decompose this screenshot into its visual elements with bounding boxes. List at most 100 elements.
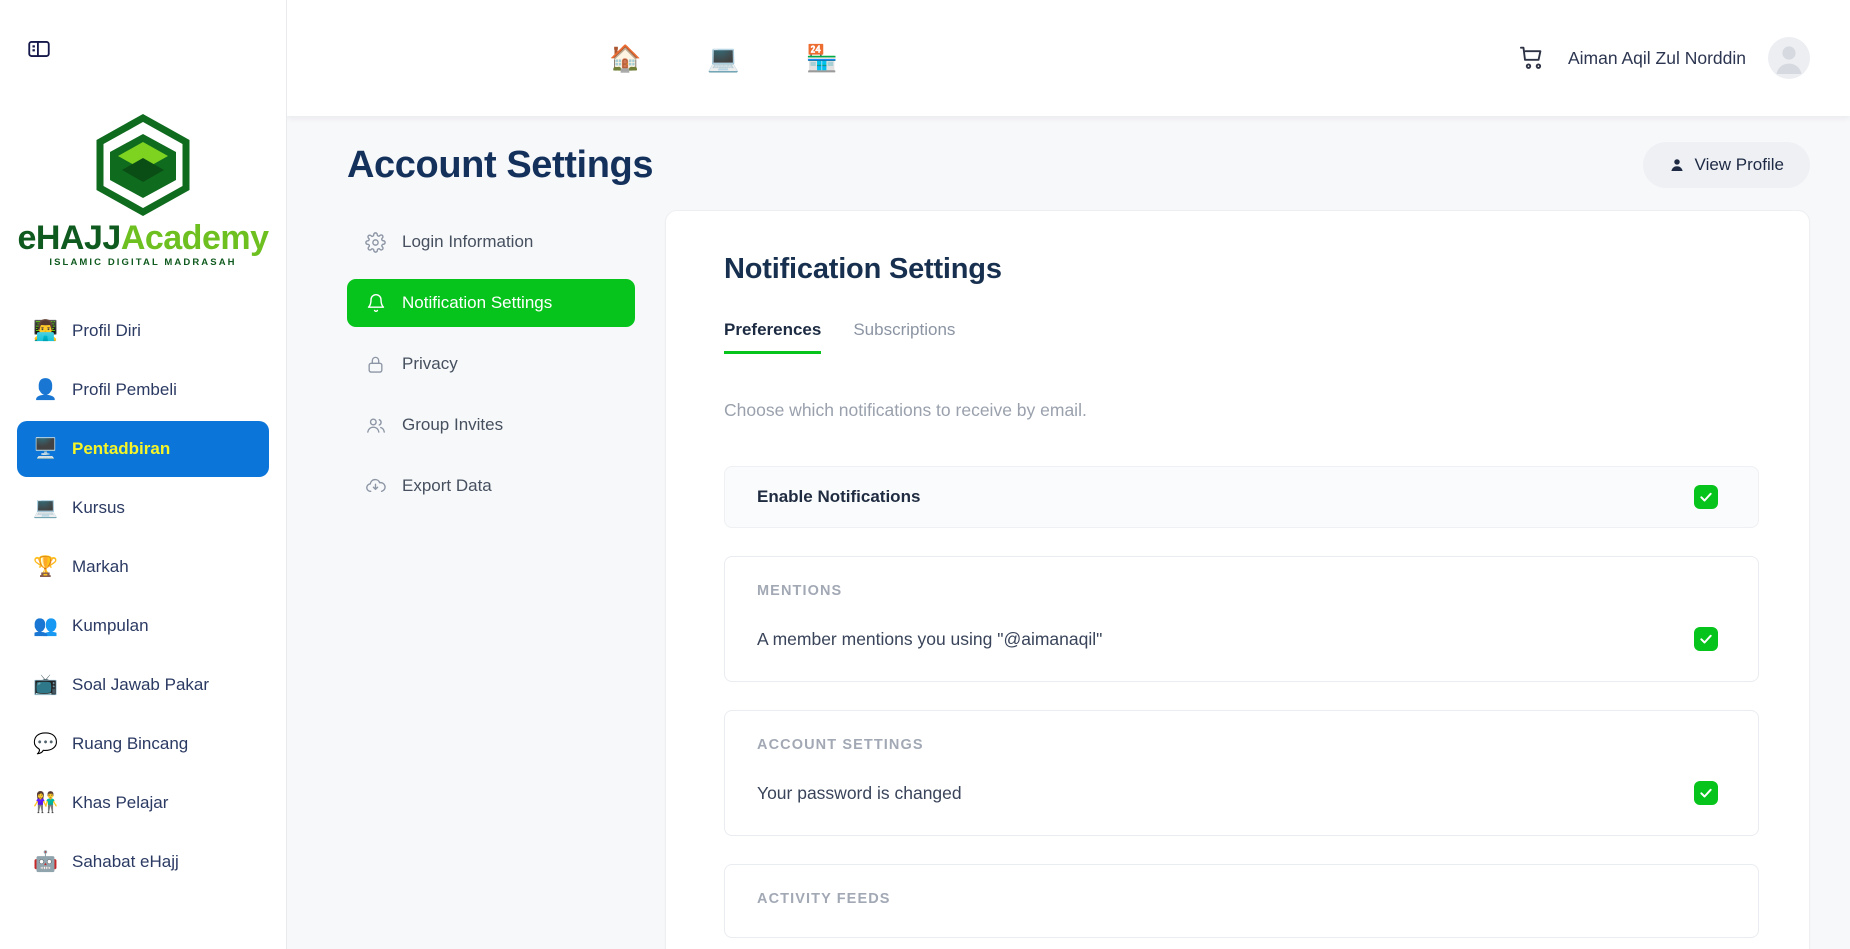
logo-subtitle: ISLAMIC DIGITAL MADRASAH: [49, 257, 237, 268]
sidebar-item-label: Sahabat eHajj: [72, 851, 179, 871]
sidebar-item-kursus[interactable]: 💻 Kursus: [17, 480, 269, 536]
notification-row-checkbox[interactable]: [1694, 781, 1718, 805]
sidebar-item-label: Kumpulan: [72, 615, 149, 635]
sidebar-item-sahabat-ehajj[interactable]: 🤖 Sahabat eHajj: [17, 834, 269, 890]
enable-notifications-label: Enable Notifications: [757, 487, 921, 506]
notification-group-title: ACTIVITY FEEDS: [757, 891, 891, 907]
notification-groups: MENTIONS A member mentions you using "@ai…: [724, 556, 1759, 938]
sidebar-item-ruang-bincang[interactable]: 💬 Ruang Bincang: [17, 716, 269, 772]
panel-toggle-icon[interactable]: [26, 36, 52, 62]
notification-group-title: ACCOUNT SETTINGS: [757, 737, 924, 753]
settings-nav-item-label: Privacy: [402, 354, 458, 373]
sidebar-item-label: Profil Pembeli: [72, 379, 177, 399]
settings-content-row: Login Information Notification Settings Pr…: [347, 210, 1810, 949]
qa-expert-icon: 📺: [33, 673, 58, 696]
settings-nav-item-export-data[interactable]: Export Data: [347, 462, 635, 510]
check-icon: [1700, 492, 1712, 502]
card-title: Notification Settings: [724, 253, 1002, 285]
notification-group-title: MENTIONS: [757, 583, 843, 599]
settings-nav-item-privacy[interactable]: Privacy: [347, 340, 635, 388]
notification-group-activity-feeds: ACTIVITY FEEDS: [724, 864, 1759, 938]
admin-panel-icon: 🖥️: [33, 437, 58, 460]
notification-row-checkbox[interactable]: [1694, 627, 1718, 651]
sidebar-item-profil-diri[interactable]: 👨‍💻 Profil Diri: [17, 303, 269, 359]
sidebar-item-kumpulan[interactable]: 👥 Kumpulan: [17, 598, 269, 654]
avatar[interactable]: [1768, 37, 1810, 79]
settings-nav-item-notification-settings[interactable]: Notification Settings: [347, 279, 635, 327]
settings-nav-item-label: Export Data: [402, 476, 492, 495]
main-column: 🏠 💻 🏪 Aiman Aqil Zul Norddin Account Set…: [287, 0, 1850, 949]
people-icon: [365, 415, 386, 436]
shopping-cart-icon[interactable]: [1518, 44, 1546, 72]
view-profile-button[interactable]: View Profile: [1642, 142, 1810, 188]
sidebar-item-profil-pembeli[interactable]: 👤 Profil Pembeli: [17, 362, 269, 418]
header-nav-icons: 🏠 💻 🏪: [609, 45, 838, 71]
settings-nav-item-label: Group Invites: [402, 415, 504, 434]
buyer-profile-icon: 👤: [33, 378, 58, 401]
page-body: Account Settings View Profile Login Info…: [287, 116, 1850, 949]
page-title: Account Settings: [347, 143, 654, 186]
sidebar-item-markah[interactable]: 🏆 Markah: [17, 539, 269, 595]
sidebar-item-label: Khas Pelajar: [72, 792, 169, 812]
check-icon: [1700, 634, 1712, 644]
lock-icon: [365, 354, 386, 375]
course-icon: 💻: [33, 496, 58, 519]
person-laptop-icon: 👨‍💻: [33, 319, 58, 342]
cloud-download-icon: [365, 476, 386, 497]
brand-logo[interactable]: eHAJJAcademy ISLAMIC DIGITAL MADRASAH: [0, 98, 286, 294]
view-profile-label: View Profile: [1694, 155, 1784, 174]
page-header: Account Settings View Profile: [347, 116, 1810, 210]
settings-nav-item-label: Login Information: [402, 232, 534, 251]
settings-nav-item-login-information[interactable]: Login Information: [347, 218, 635, 266]
tab-preferences[interactable]: Preferences: [724, 320, 822, 354]
card-tabs: Preferences Subscriptions: [724, 320, 1759, 354]
top-header-bar: 🏠 💻 🏪 Aiman Aqil Zul Norddin: [287, 0, 1850, 116]
notification-row: Your password is changed: [757, 781, 1718, 805]
notification-row-label: Your password is changed: [757, 782, 962, 803]
sidebar-item-label: Profil Diri: [72, 320, 141, 340]
app-root: eHAJJAcademy ISLAMIC DIGITAL MADRASAH 👨‍…: [0, 0, 1850, 949]
gear-icon: [365, 231, 386, 253]
group-icon: 👥: [33, 614, 58, 637]
sidebar-item-label: Ruang Bincang: [72, 733, 189, 753]
sidebar-item-khas-pelajar[interactable]: 👫 Khas Pelajar: [17, 775, 269, 831]
tab-subscriptions[interactable]: Subscriptions: [853, 320, 955, 354]
sidebar-item-pentadbiran[interactable]: 🖥️ Pentadbiran: [17, 420, 269, 477]
header-user-name[interactable]: Aiman Aqil Zul Norddin: [1568, 48, 1746, 69]
notification-group-account-settings: ACCOUNT SETTINGS Your password is changed: [724, 710, 1759, 836]
dashboard-icon[interactable]: 💻: [707, 45, 739, 71]
sidebar-item-label: Kursus: [72, 497, 125, 517]
person-icon: [1670, 159, 1683, 171]
enable-notifications-row: Enable Notifications: [724, 466, 1759, 528]
notification-settings-card: Notification Settings Preferences Subscri…: [665, 210, 1810, 949]
notification-group-mentions: MENTIONS A member mentions you using "@ai…: [724, 556, 1759, 682]
settings-nav-item-group-invites[interactable]: Group Invites: [347, 401, 635, 449]
store-icon[interactable]: 🏪: [806, 45, 838, 71]
notification-row-label: A member mentions you using "@aimanaqil": [757, 628, 1103, 649]
card-description: Choose which notifications to receive by…: [724, 400, 1087, 420]
logo-title-dark: eHAJJ: [17, 219, 121, 257]
friend-icon: 🤖: [33, 850, 58, 873]
discussion-icon: 💬: [33, 732, 58, 755]
logo-title-lime: Academy: [120, 219, 269, 257]
left-sidebar: eHAJJAcademy ISLAMIC DIGITAL MADRASAH 👨‍…: [0, 0, 287, 949]
bell-icon: [365, 293, 386, 314]
settings-nav-item-label: Notification Settings: [402, 293, 553, 312]
home-icon[interactable]: 🏠: [609, 45, 641, 71]
sidebar-item-label: Pentadbiran: [72, 438, 171, 458]
sidebar-item-label: Markah: [72, 556, 129, 576]
settings-side-nav: Login Information Notification Settings Pr…: [347, 210, 635, 523]
ehajj-cube-logo-icon: [96, 113, 190, 217]
sidebar-item-label: Soal Jawab Pakar: [72, 674, 210, 694]
notification-row: A member mentions you using "@aimanaqil": [757, 627, 1718, 651]
enable-notifications-checkbox[interactable]: [1694, 485, 1718, 509]
sidebar-nav: 👨‍💻 Profil Diri 👤 Profil Pembeli 🖥️ Pentadbir…: [0, 294, 286, 890]
user-avatar-icon: [1776, 46, 1802, 74]
check-icon: [1700, 788, 1712, 798]
student-special-icon: 👫: [33, 791, 58, 814]
header-right-cluster: Aiman Aqil Zul Norddin: [1518, 37, 1810, 79]
sidebar-item-soal-jawab-pakar[interactable]: 📺 Soal Jawab Pakar: [17, 657, 269, 713]
trophy-icon: 🏆: [33, 555, 58, 578]
sidebar-toggle-row: [0, 0, 286, 98]
brand-logo-text: eHAJJAcademy ISLAMIC DIGITAL MADRASAH: [17, 219, 269, 268]
